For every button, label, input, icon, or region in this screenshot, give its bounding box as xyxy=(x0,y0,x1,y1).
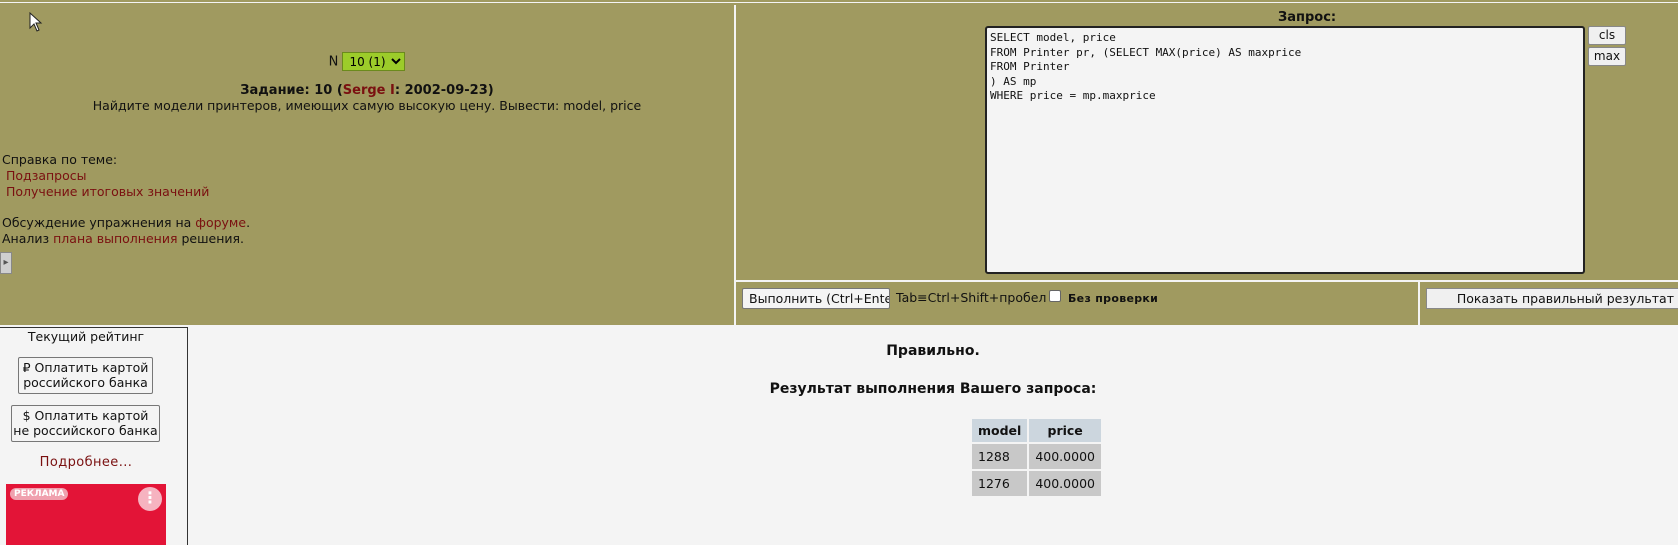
maximize-button[interactable]: max xyxy=(1588,47,1626,66)
discussion-suffix: . xyxy=(246,215,251,230)
query-label: Запрос: xyxy=(1278,10,1337,25)
more-link[interactable]: Подробнее... xyxy=(0,455,172,470)
help-heading: Справка по теме: xyxy=(2,152,118,167)
analysis-suffix: решения. xyxy=(177,231,245,246)
ad-label: РЕКЛАМА xyxy=(10,488,69,500)
table-row: 1288 400.0000 xyxy=(972,444,1101,469)
result-status: Правильно. xyxy=(886,343,980,359)
task-title: Задание: 10 (Serge I: 2002-09-23) xyxy=(0,83,734,98)
table-cell: 400.0000 xyxy=(1029,444,1101,469)
execution-plan-link[interactable]: плана выполнения xyxy=(53,231,177,246)
table-cell: 1288 xyxy=(972,444,1028,469)
advertisement[interactable]: РЕКЛАМА ⋮ xyxy=(6,484,166,545)
table-cell: 1276 xyxy=(972,471,1028,496)
table-cell: 400.0000 xyxy=(1029,471,1101,496)
pay-nonru-line1: $ Оплатить картой xyxy=(22,408,149,423)
pay-nonru-line2: не российского банка xyxy=(13,423,158,438)
analysis-line: Анализ плана выполнения решения. xyxy=(2,231,250,247)
column-header-price: price xyxy=(1029,419,1101,442)
table-row: 1276 400.0000 xyxy=(972,471,1101,496)
pay-foreign-card-button[interactable]: $ Оплатить картой не российского банка xyxy=(11,405,160,442)
task-title-suffix: : 2002-09-23) xyxy=(394,83,494,98)
table-header-row: model price xyxy=(972,419,1101,442)
tab-hint: Tab≡Ctrl+Shift+пробел xyxy=(896,290,1047,305)
help-link-aggregates[interactable]: Получение итоговых значений xyxy=(2,184,209,200)
help-section: Справка по теме: Подзапросы Получение ит… xyxy=(2,152,209,200)
mouse-cursor-icon xyxy=(29,12,43,32)
task-number-select[interactable]: 10 (1) xyxy=(342,52,406,71)
forum-link[interactable]: форуме xyxy=(195,215,246,230)
clear-button[interactable]: cls xyxy=(1588,26,1626,45)
expand-arrow-icon[interactable]: ▸ xyxy=(0,252,12,274)
result-title: Результат выполнения Вашего запроса: xyxy=(769,381,1097,397)
discussion-line: Обсуждение упражнения на форуме. xyxy=(2,215,250,231)
execute-button[interactable]: Выполнить (Ctrl+Enter) xyxy=(742,288,890,309)
task-number-label: N xyxy=(328,54,339,70)
discussion-prefix: Обсуждение упражнения на xyxy=(2,215,196,230)
query-editor[interactable] xyxy=(985,26,1585,274)
task-selector-row: N 10 (1) xyxy=(0,52,734,71)
more-options-icon[interactable]: ⋮ xyxy=(138,487,162,511)
column-header-model: model xyxy=(972,419,1028,442)
pay-ru-line2: российского банка xyxy=(23,375,148,390)
task-title-prefix: Задание: 10 ( xyxy=(240,83,343,98)
discussion-section: Обсуждение упражнения на форуме. Анализ … xyxy=(2,215,250,247)
pay-russian-card-button[interactable]: ₽ Оплатить картой российского банка xyxy=(18,357,153,394)
task-description: Найдите модели принтеров, имеющих самую … xyxy=(92,98,642,113)
no-check-checkbox[interactable] xyxy=(1049,290,1061,302)
show-correct-result-button[interactable]: Показать правильный результат xyxy=(1426,288,1678,309)
no-check-label: Без проверки xyxy=(1068,292,1159,305)
analysis-prefix: Анализ xyxy=(2,231,54,246)
result-table: model price 1288 400.0000 1276 400.0000 xyxy=(970,417,1103,498)
help-link-subqueries[interactable]: Подзапросы xyxy=(2,168,209,184)
task-author: Serge I xyxy=(342,83,395,98)
pay-ru-line1: ₽ Оплатить картой xyxy=(22,360,149,375)
rating-label: Текущий рейтинг xyxy=(27,329,145,344)
